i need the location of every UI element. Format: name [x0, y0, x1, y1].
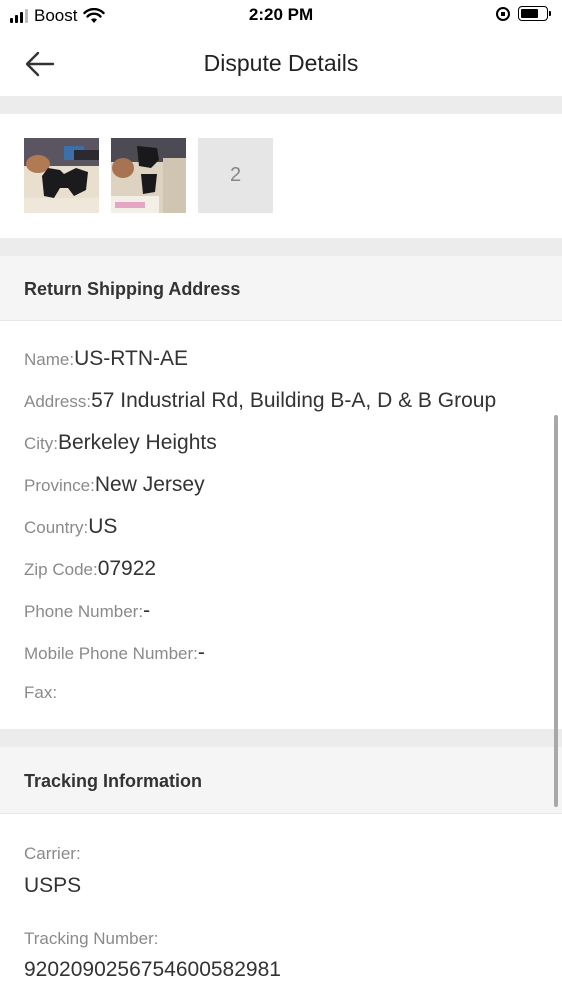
sunglasses-photo: [111, 138, 186, 213]
address-name-row: Name: US-RTN-AE: [24, 347, 188, 371]
field-label: Name:: [24, 350, 75, 369]
address-fax-row: Fax:: [24, 683, 57, 703]
field-label: Fax:: [24, 683, 58, 702]
field-value: US-RTN-AE: [74, 347, 189, 370]
field-value: 07922: [97, 557, 157, 580]
battery-icon: [518, 6, 551, 21]
field-value: 57 Industrial Rd, Building B-A, D & B Gr…: [91, 389, 497, 412]
address-street-row: Address: 57 Industrial Rd, Building B-A,…: [24, 389, 496, 413]
field-value: US: [88, 515, 118, 538]
field-label: Country:: [24, 518, 89, 537]
evidence-images: 2: [24, 138, 273, 213]
evidence-image-2[interactable]: [111, 138, 186, 213]
address-phone-row: Phone Number: -: [24, 599, 150, 623]
address-zip-row: Zip Code: 07922: [24, 557, 156, 581]
status-bar: Boost 2:20 PM: [0, 0, 562, 32]
return-address-header: Return Shipping Address: [0, 256, 562, 321]
divider-band: [0, 238, 562, 256]
scrollbar[interactable]: [554, 415, 558, 807]
field-label: City:: [24, 434, 58, 453]
field-label: Address:: [24, 392, 92, 411]
address-province-row: Province: New Jersey: [24, 473, 205, 497]
field-label: Zip Code:: [24, 560, 98, 579]
address-city-row: City: Berkeley Heights: [24, 431, 217, 455]
divider-band: [0, 96, 562, 114]
field-value: -: [197, 641, 205, 664]
field-value: Berkeley Heights: [58, 431, 217, 454]
tracking-number-label: Tracking Number:: [24, 929, 159, 948]
field-label: Province:: [24, 476, 95, 495]
carrier-value: USPS: [24, 874, 82, 897]
sunglasses-photo: [24, 138, 99, 213]
tracking-header: Tracking Information: [0, 747, 562, 814]
field-label: Mobile Phone Number:: [24, 644, 198, 663]
address-country-row: Country: US: [24, 515, 117, 539]
tracking-number-value[interactable]: 9202090256754600582981: [24, 958, 281, 982]
status-right: [496, 6, 551, 21]
more-images-button[interactable]: 2: [198, 138, 273, 213]
more-images-count: 2: [229, 164, 242, 186]
address-mobile-row: Mobile Phone Number: -: [24, 641, 205, 665]
page-title: Dispute Details: [203, 50, 359, 76]
orientation-lock-icon: [496, 6, 510, 21]
status-time: 2:20 PM: [248, 5, 314, 24]
section-title: Return Shipping Address: [24, 279, 241, 299]
carrier-label: Carrier:: [24, 844, 81, 863]
nav-bar: Dispute Details: [0, 32, 562, 96]
field-value: -: [143, 599, 151, 622]
field-label: Phone Number:: [24, 602, 144, 621]
field-value: New Jersey: [94, 473, 205, 496]
evidence-image-1[interactable]: [24, 138, 99, 213]
section-title: Tracking Information: [24, 771, 203, 791]
divider-band: [0, 729, 562, 747]
